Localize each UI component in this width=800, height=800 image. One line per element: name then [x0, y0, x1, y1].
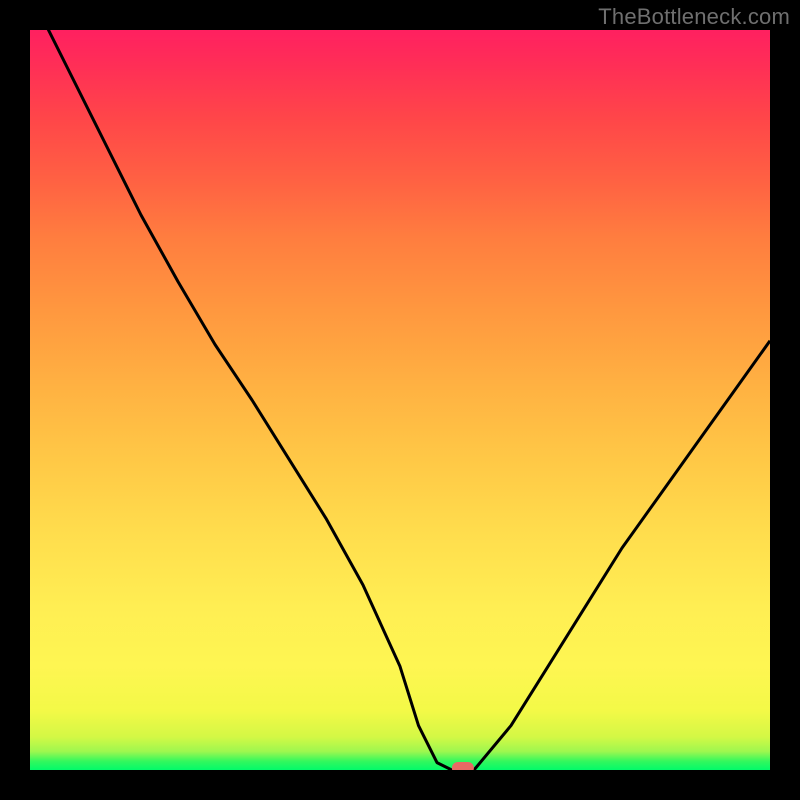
watermark-text: TheBottleneck.com: [598, 4, 790, 30]
bottleneck-curve: [30, 30, 770, 770]
plot-area: [30, 30, 770, 770]
curve-path: [30, 30, 770, 770]
chart-frame: TheBottleneck.com: [0, 0, 800, 800]
optimal-marker: [452, 762, 474, 770]
